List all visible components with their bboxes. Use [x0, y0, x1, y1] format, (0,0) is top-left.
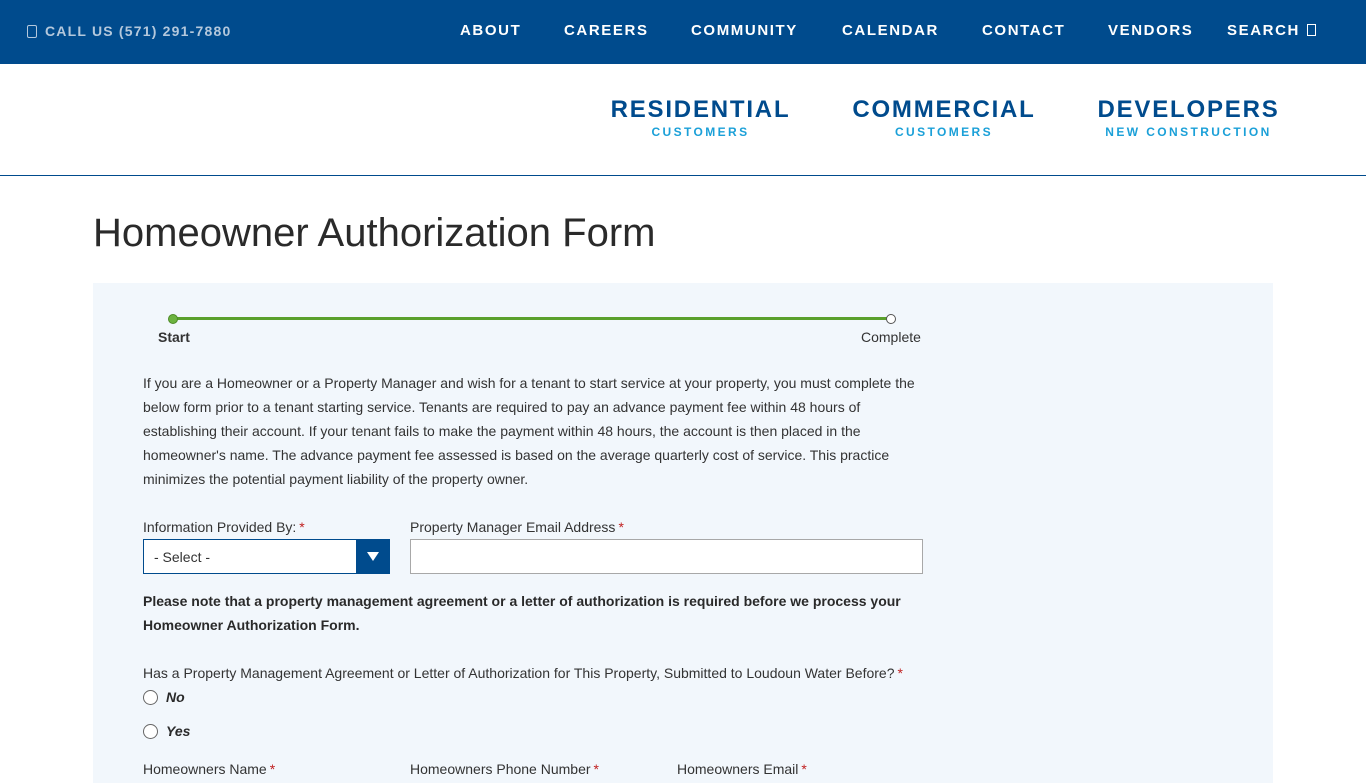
page-title: Homeowner Authorization Form [93, 211, 656, 255]
homeowner-name-label-text: Homeowners Name [143, 761, 267, 777]
pm-email-label-text: Property Manager Email Address [410, 519, 616, 535]
provided-by-select[interactable]: - Select - [143, 539, 390, 574]
provided-by-label-text: Information Provided By: [143, 519, 297, 535]
nav-commercial-title: COMMERCIAL [852, 96, 1036, 123]
nav-calendar[interactable]: CALENDAR [842, 22, 939, 39]
chevron-down-icon [366, 552, 379, 561]
provided-by-selected-value: - Select - [154, 549, 211, 565]
required-mark: * [593, 761, 599, 777]
required-mark: * [618, 519, 624, 535]
progress-bar [173, 317, 891, 320]
nav-developers[interactable]: DEVELOPERS NEW CONSTRUCTION [1096, 96, 1281, 140]
progress-end-dot [886, 314, 896, 324]
nav-developers-subtitle: NEW CONSTRUCTION [1105, 125, 1272, 139]
progress-start-label: Start [158, 329, 190, 345]
nav-search[interactable]: SEARCH [1227, 22, 1316, 39]
required-mark: * [269, 761, 276, 777]
pm-email-input[interactable] [410, 539, 923, 574]
nav-commercial[interactable]: COMMERCIAL CUSTOMERS [851, 96, 1037, 140]
homeowner-email-label: Homeowners Email * [677, 761, 807, 777]
homeowner-phone-label: Homeowners Phone Number * [410, 761, 599, 777]
nav-search-label: SEARCH [1227, 22, 1300, 39]
authorization-form: Start Complete If you are a Homeowner or… [93, 283, 1273, 783]
provided-by-label: Information Provided By: * [143, 519, 305, 535]
required-mark: * [299, 519, 305, 535]
nav-careers[interactable]: CAREERS [564, 22, 649, 39]
nav-vendors[interactable]: VENDORS [1108, 22, 1193, 39]
homeowner-phone-label-text: Homeowners Phone Number [410, 761, 591, 777]
nav-contact[interactable]: CONTACT [982, 22, 1065, 39]
progress-start-dot [168, 314, 178, 324]
radio-yes-circle[interactable] [143, 723, 158, 739]
radio-no-circle[interactable] [143, 689, 158, 705]
required-mark: * [801, 761, 807, 777]
nav-commercial-subtitle: CUSTOMERS [894, 125, 994, 139]
radio-no-label: No [166, 689, 185, 705]
radio-no[interactable]: No [143, 689, 185, 705]
agreement-question: Has a Property Management Agreement or L… [143, 665, 903, 681]
nav-residential-title: RESIDENTIAL [610, 96, 791, 123]
homeowner-name-label: Homeowners Name * [143, 761, 275, 777]
search-icon [1306, 24, 1316, 36]
select-dropdown-button[interactable] [356, 540, 389, 573]
top-nav: ABOUT CAREERS COMMUNITY CALENDAR CONTACT… [0, 22, 1366, 42]
pm-email-label: Property Manager Email Address * [410, 519, 624, 535]
nav-residential-subtitle: CUSTOMERS [651, 125, 750, 139]
required-mark: * [897, 665, 903, 681]
intro-text: If you are a Homeowner or a Property Man… [143, 375, 915, 487]
nav-about[interactable]: ABOUT [460, 22, 521, 39]
customer-nav: RESIDENTIAL CUSTOMERS COMMERCIAL CUSTOME… [0, 64, 1366, 176]
nav-residential[interactable]: RESIDENTIAL CUSTOMERS [610, 96, 791, 140]
nav-community[interactable]: COMMUNITY [691, 22, 798, 39]
top-utility-bar: CALL US (571) 291-7880 ABOUT CAREERS COM… [0, 0, 1366, 64]
nav-developers-title: DEVELOPERS [1097, 96, 1280, 123]
homeowner-email-label-text: Homeowners Email [677, 761, 799, 777]
radio-yes-label: Yes [166, 723, 191, 739]
radio-yes[interactable]: Yes [143, 723, 190, 739]
agreement-note: Please note that a property management a… [143, 593, 901, 633]
agreement-question-text: Has a Property Management Agreement or L… [143, 665, 895, 681]
progress-end-label: Complete [861, 329, 921, 345]
